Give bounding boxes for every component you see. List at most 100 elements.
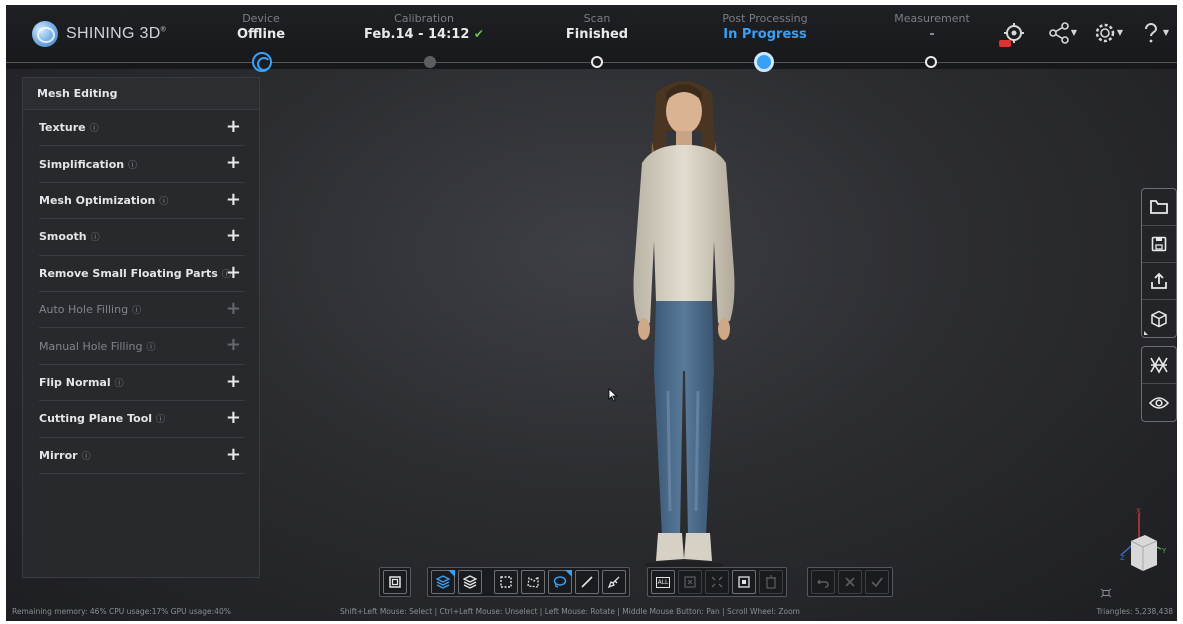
line-select-icon[interactable] [575, 570, 599, 594]
expand-plus-icon[interactable]: + [226, 118, 241, 136]
expand-plus-icon[interactable]: + [226, 409, 241, 427]
logo-text: SHINING 3D [66, 25, 161, 42]
tool-item-cutting-plane-tool[interactable]: Cutting Plane Tool ⓘ + [39, 401, 245, 438]
tool-label: Smooth [39, 230, 87, 244]
align-icon[interactable] [1142, 347, 1176, 384]
select-connected-icon[interactable] [732, 570, 756, 594]
tool-label: Mesh Optimization [39, 193, 156, 207]
invert-selection-icon[interactable] [705, 570, 729, 594]
tool-item-manual-hole-filling[interactable]: Manual Hole Filling ⓘ + [39, 328, 245, 365]
stage-node-device[interactable] [252, 52, 272, 72]
scanned-model[interactable] [594, 71, 774, 571]
visibility-icon[interactable] [1142, 384, 1176, 421]
info-icon[interactable]: ⓘ [82, 449, 91, 462]
stage-caption: Measurement [894, 12, 970, 25]
info-icon[interactable]: ⓘ [91, 230, 100, 243]
axis-orientation-cube[interactable]: X Y Z [1109, 505, 1169, 580]
info-icon[interactable]: ⓘ [90, 121, 99, 134]
confirm-icon[interactable] [865, 570, 889, 594]
stage-node-measurement[interactable] [925, 56, 937, 68]
remote-service-icon[interactable] [997, 21, 1029, 49]
cancel-icon[interactable] [838, 570, 862, 594]
tool-item-simplification[interactable]: Simplification ⓘ + [39, 146, 245, 183]
undo-icon[interactable] [811, 570, 835, 594]
stage-scan[interactable]: Scan Finished [537, 12, 657, 42]
settings-icon[interactable]: ▼ [1089, 21, 1123, 49]
stage-node-calibration[interactable] [424, 56, 436, 68]
brush-select-icon[interactable] [602, 570, 626, 594]
stage-caption: Scan [583, 12, 611, 25]
info-icon[interactable]: ⓘ [132, 303, 141, 316]
right-toolbar-file [1141, 188, 1177, 338]
tool-item-smooth[interactable]: Smooth ⓘ + [39, 219, 245, 256]
status-mouse-hints: Shift+Left Mouse: Select | Ctrl+Left Mou… [340, 607, 800, 616]
delete-icon[interactable] [759, 570, 783, 594]
tool-label: Remove Small Floating Parts [39, 266, 218, 280]
info-icon[interactable]: ⓘ [128, 158, 137, 171]
right-toolbar-view [1141, 346, 1177, 422]
info-icon[interactable]: ⓘ [156, 412, 165, 425]
globe-logo-icon [32, 21, 58, 47]
mesh-editing-panel: Mesh Editing Texture ⓘ + Simplification ⓘ + Me… [22, 77, 260, 578]
info-icon[interactable]: ⓘ [147, 340, 156, 353]
deselect-icon[interactable] [678, 570, 702, 594]
view-box-icon[interactable] [383, 570, 407, 594]
chevron-down-icon: ▼ [1116, 28, 1123, 37]
open-folder-icon[interactable] [1142, 189, 1176, 226]
stage-value: Offline [236, 27, 286, 42]
stage-device[interactable]: Device Offline [201, 12, 321, 42]
stage-value: Feb.14 - 14:12 [364, 27, 470, 42]
select-visible-icon[interactable] [458, 570, 482, 594]
tool-label: Manual Hole Filling [39, 339, 143, 353]
share-icon[interactable]: ▼ [1043, 21, 1077, 49]
tool-item-mirror[interactable]: Mirror ⓘ + [39, 438, 245, 474]
toolbar-group-edit: ALL [647, 567, 787, 597]
info-icon[interactable]: ⓘ [115, 376, 124, 389]
help-icon[interactable]: ▼ [1135, 21, 1169, 49]
tool-item-remove-small-floating-parts[interactable]: Remove Small Floating Parts ⓘ + [39, 256, 245, 292]
stage-value: Finished [565, 27, 629, 42]
info-icon[interactable]: ⓘ [159, 194, 168, 207]
expand-plus-icon[interactable]: + [226, 190, 241, 209]
top-icons: ▼ ▼ ▼ [997, 21, 1169, 49]
top-bar: SHINING 3D® Device Offline Calibration F… [6, 5, 1177, 72]
model-view-icon[interactable] [1142, 300, 1176, 337]
stage-caption: Calibration [394, 12, 454, 25]
stage-node-post-processing[interactable] [754, 52, 774, 72]
expand-plus-icon[interactable]: + [226, 445, 241, 464]
axis-z-label: Z [1120, 554, 1125, 562]
stage-value: In Progress [723, 27, 807, 42]
chevron-down-icon: ▼ [1162, 28, 1169, 37]
expand-plus-icon[interactable]: + [226, 227, 241, 245]
stage-calibration[interactable]: Calibration Feb.14 - 14:12 ✔ [364, 12, 484, 42]
expand-plus-icon[interactable]: + [226, 299, 241, 318]
checkmark-icon: ✔ [473, 27, 484, 41]
status-triangle-count: Triangles: 5,238,438 [1096, 607, 1173, 616]
tool-item-auto-hole-filling[interactable]: Auto Hole Filling ⓘ + [39, 292, 245, 329]
status-resources: Remaining memory: 46% CPU usage:17% GPU … [12, 607, 231, 616]
stage-node-scan[interactable] [591, 56, 603, 68]
select-through-icon[interactable] [431, 570, 455, 594]
toolbar-group-view [379, 567, 411, 597]
stage-measurement[interactable]: Measurement - [872, 12, 992, 42]
tool-item-flip-normal[interactable]: Flip Normal ⓘ + [39, 365, 245, 402]
toolbar-group-selection [427, 567, 630, 597]
lasso-select-icon[interactable] [548, 570, 572, 594]
polygon-select-icon[interactable] [521, 570, 545, 594]
select-all-button[interactable]: ALL [651, 570, 675, 594]
tool-item-mesh-optimization[interactable]: Mesh Optimization ⓘ + [39, 183, 245, 220]
export-icon[interactable] [1142, 263, 1176, 300]
expand-plus-icon[interactable]: + [226, 154, 241, 172]
stage-post-processing[interactable]: Post Processing In Progress [705, 12, 825, 42]
tool-item-texture[interactable]: Texture ⓘ + [39, 110, 245, 147]
expand-corner-icon [1144, 331, 1148, 335]
registered-mark: ® [160, 26, 167, 34]
tool-label: Cutting Plane Tool [39, 412, 153, 426]
expand-plus-icon[interactable]: + [226, 336, 241, 354]
tool-label: Flip Normal [39, 375, 111, 389]
expand-plus-icon[interactable]: + [226, 263, 241, 282]
save-icon[interactable] [1142, 226, 1176, 263]
rectangle-select-icon[interactable] [494, 570, 518, 594]
fit-view-icon[interactable] [1100, 583, 1112, 598]
expand-plus-icon[interactable]: + [226, 372, 241, 391]
